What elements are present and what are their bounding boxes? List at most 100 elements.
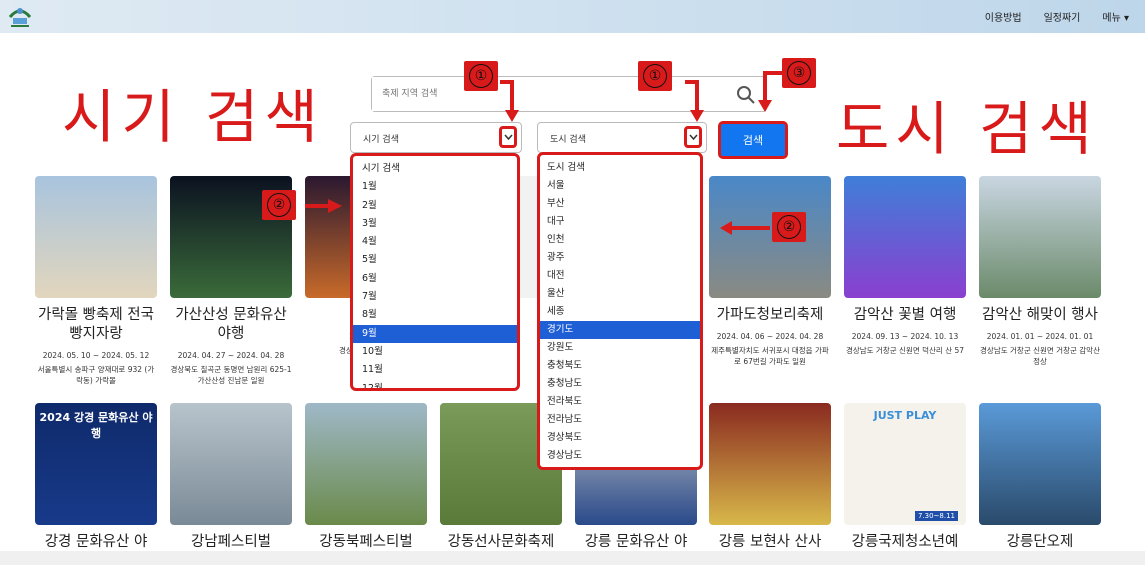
festival-card[interactable]: 강동북페스티벌 [305, 403, 427, 552]
festival-title[interactable]: 강릉국제청소년예 [844, 533, 966, 552]
city-option[interactable]: 대구 [540, 213, 700, 231]
annotation-time-search-title: 시기 검색 [62, 83, 324, 151]
time-select-value: 시기 검색 [363, 135, 399, 145]
time-option[interactable]: 시기 검색 [353, 160, 517, 178]
festival-thumbnail[interactable]: 2024 강경 문화유산 야행 [35, 403, 157, 525]
festival-title[interactable]: 강릉단오제 [979, 533, 1101, 552]
festival-title[interactable]: 강릉 문화유산 야 [575, 533, 697, 552]
annotation-badge-1-left: ① [464, 61, 498, 91]
time-select-toggle[interactable] [499, 126, 517, 148]
festival-card[interactable]: JUST PLAY 7.30~8.11 강릉국제청소년예 [844, 403, 966, 552]
festival-title[interactable]: 강남페스티벌 [170, 533, 292, 552]
city-option[interactable]: 강원도 [540, 339, 700, 357]
festival-thumbnail[interactable] [170, 403, 292, 525]
festival-title[interactable]: 가산산성 문화유산 야행 [170, 306, 292, 344]
festival-date: 2024. 05. 10 ~ 2024. 05. 12 [42, 351, 150, 360]
city-option[interactable]: 전라남도 [540, 411, 700, 429]
page-bottom-scroll-area [0, 551, 1145, 565]
festival-card[interactable]: 감악산 꽃별 여행 2024. 09. 13 ~ 2024. 10. 13 경상남도… [844, 176, 966, 356]
time-option[interactable]: 8월 [353, 306, 517, 324]
festival-date: 2024. 04. 27 ~ 2024. 04. 28 [177, 351, 285, 360]
time-option[interactable]: 4월 [353, 233, 517, 251]
festival-card[interactable]: 감악산 해맞이 행사 2024. 01. 01 ~ 2024. 01. 01 경상남… [979, 176, 1101, 367]
festival-title[interactable]: 강경 문화유산 야 [35, 533, 157, 552]
city-option[interactable]: 울산 [540, 285, 700, 303]
festival-thumbnail[interactable]: JUST PLAY 7.30~8.11 [844, 403, 966, 525]
festival-card[interactable]: 강릉단오제 [979, 403, 1101, 552]
time-option[interactable]: 12월 [353, 380, 517, 388]
city-option[interactable]: 경상북도 [540, 429, 700, 447]
city-dropdown-list: 도시 검색 서울 부산 대구 인천 광주 대전 울산 세종 경기도 강원도 충청북도 충청남도 전라북도 전… [537, 152, 703, 470]
festival-thumbnail[interactable] [305, 403, 427, 525]
festival-thumbnail[interactable] [844, 176, 966, 298]
festival-thumbnail[interactable] [35, 176, 157, 298]
time-option[interactable]: 2월 [353, 197, 517, 215]
time-option[interactable]: 5월 [353, 251, 517, 269]
festival-thumbnail[interactable] [709, 176, 831, 298]
city-option[interactable]: 세종 [540, 303, 700, 321]
time-select[interactable]: 시기 검색 [350, 122, 522, 153]
city-option[interactable]: 경기도 [540, 321, 700, 339]
festival-title[interactable]: 강동북페스티벌 [305, 533, 427, 552]
festival-thumbnail[interactable] [979, 176, 1101, 298]
city-option[interactable]: 광주 [540, 249, 700, 267]
chevron-down-icon [689, 134, 698, 141]
city-option[interactable]: 충청북도 [540, 357, 700, 375]
festival-card[interactable]: 가파도청보리축제 2024. 04. 06 ~ 2024. 04. 28 제주특별자… [709, 176, 831, 367]
festival-address: 제주특별자치도 서귀포시 대정읍 가파로 67번길 가파도 일원 [711, 346, 829, 366]
festival-card[interactable]: 강릉 보현사 산사 [709, 403, 831, 552]
city-option[interactable]: 충청남도 [540, 375, 700, 393]
festival-card[interactable]: 2024 강경 문화유산 야행강경 문화유산 야 [35, 403, 157, 552]
thumbnail-caption: 2024 강경 문화유산 야행 [39, 411, 153, 440]
search-icon[interactable] [736, 85, 756, 105]
city-select[interactable]: 도시 검색 [537, 122, 707, 153]
festival-address: 경상남도 거창군 신원면 거창군 감악산 정상 [980, 346, 1100, 366]
search-button[interactable]: 검색 [718, 121, 788, 159]
time-option[interactable]: 11월 [353, 361, 517, 379]
city-option[interactable]: 도시 검색 [540, 159, 700, 177]
city-select-toggle[interactable] [684, 126, 702, 148]
city-select-value: 도시 검색 [550, 135, 586, 145]
nav-usage-link[interactable]: 이용방법 [985, 9, 1022, 24]
region-search-box [371, 76, 767, 112]
annotation-city-search-title: 도시 검색 [836, 95, 1098, 163]
time-option[interactable]: 10월 [353, 343, 517, 361]
nav-schedule-link[interactable]: 일정짜기 [1044, 9, 1081, 24]
city-option[interactable]: 부산 [540, 195, 700, 213]
time-option[interactable]: 7월 [353, 288, 517, 306]
festival-title[interactable]: 감악산 해맞이 행사 [979, 306, 1101, 325]
festival-card[interactable]: 강남페스티벌 [170, 403, 292, 552]
logo-icon[interactable] [7, 3, 33, 29]
thumbnail-date-caption: 7.30~8.11 [914, 511, 958, 521]
city-option[interactable]: 서울 [540, 177, 700, 195]
time-option[interactable]: 9월 [353, 324, 517, 343]
festival-title[interactable]: 가락몰 빵축제 전국빵지자랑 [35, 306, 157, 344]
time-option[interactable]: 3월 [353, 215, 517, 233]
city-option[interactable]: 전라북도 [540, 393, 700, 411]
festival-date: 2024. 01. 01 ~ 2024. 01. 01 [986, 332, 1094, 341]
city-option[interactable]: 대전 [540, 267, 700, 285]
festival-card[interactable]: 가락몰 빵축제 전국빵지자랑 2024. 05. 10 ~ 2024. 05. 1… [35, 176, 157, 386]
nav-menu-dropdown[interactable]: 메뉴 ▾ [1102, 9, 1129, 24]
city-option[interactable]: 경상남도 [540, 447, 700, 465]
festival-address: 서울특별시 송파구 양재대로 932 (가락동) 가락몰 [37, 365, 155, 385]
festival-title[interactable]: 가파도청보리축제 [709, 306, 831, 325]
city-option[interactable]: 제주도 [540, 465, 700, 467]
city-option[interactable]: 인천 [540, 231, 700, 249]
festival-address: 경상남도 거창군 신원면 덕산리 산 57 [845, 346, 965, 355]
festival-title[interactable]: 강릉 보현사 산사 [709, 533, 831, 552]
festival-date: 2024. 04. 06 ~ 2024. 04. 28 [716, 332, 824, 341]
annotation-badge-1-right: ① [638, 61, 672, 91]
festival-title[interactable]: 강동선사문화축제 [440, 533, 562, 552]
top-navbar: 이용방법 일정짜기 메뉴 ▾ [0, 0, 1145, 33]
nav-links: 이용방법 일정짜기 메뉴 ▾ [985, 9, 1129, 24]
festival-address: 경상북도 칠곡군 동명면 남원리 625-1 가산산성 진남문 일원 [170, 365, 292, 385]
time-option[interactable]: 6월 [353, 270, 517, 288]
time-option[interactable]: 1월 [353, 178, 517, 196]
annotation-badge-2-left: ② [262, 190, 296, 220]
festival-title[interactable]: 감악산 꽃별 여행 [844, 306, 966, 325]
festival-thumbnail[interactable] [979, 403, 1101, 525]
festival-thumbnail[interactable] [709, 403, 831, 525]
annotation-badge-2-right: ② [772, 212, 806, 242]
chevron-down-icon [504, 134, 513, 141]
